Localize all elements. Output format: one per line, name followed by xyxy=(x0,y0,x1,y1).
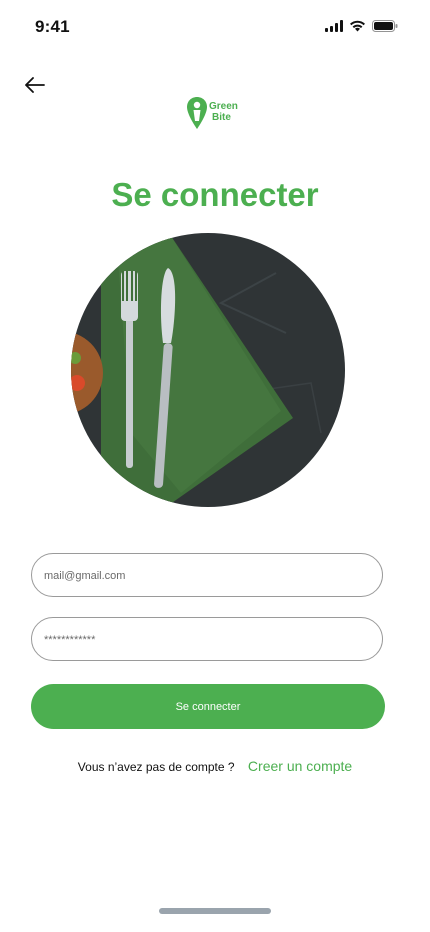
logo-text-green: Green xyxy=(209,101,238,112)
email-input[interactable] xyxy=(42,554,366,598)
password-input[interactable] xyxy=(42,618,366,662)
status-time: 9:41 xyxy=(35,17,70,36)
email-field[interactable] xyxy=(31,553,383,598)
status-bar: 9:41 xyxy=(0,0,430,54)
home-indicator[interactable] xyxy=(159,908,271,914)
battery-icon xyxy=(372,20,398,32)
login-button[interactable]: Se connecter xyxy=(31,684,385,729)
location-pin-person-icon xyxy=(187,97,207,129)
status-icons xyxy=(325,20,398,32)
signup-row: Vous n’avez pas de compte ? Creer un com… xyxy=(0,758,430,774)
cutlery-napkin-image xyxy=(71,233,345,507)
hero-image xyxy=(71,233,345,507)
signal-icon xyxy=(325,20,343,32)
password-field[interactable] xyxy=(31,617,383,662)
wifi-icon xyxy=(350,20,365,32)
create-account-link[interactable]: Creer un compte xyxy=(248,758,352,774)
back-button[interactable] xyxy=(20,70,50,100)
logo: Green Bite xyxy=(186,96,246,130)
signup-prompt: Vous n’avez pas de compte ? xyxy=(77,760,235,774)
page-title: Se connecter xyxy=(111,176,319,213)
logo-text-bite: Bite xyxy=(212,112,231,123)
arrow-left-icon xyxy=(25,77,45,93)
